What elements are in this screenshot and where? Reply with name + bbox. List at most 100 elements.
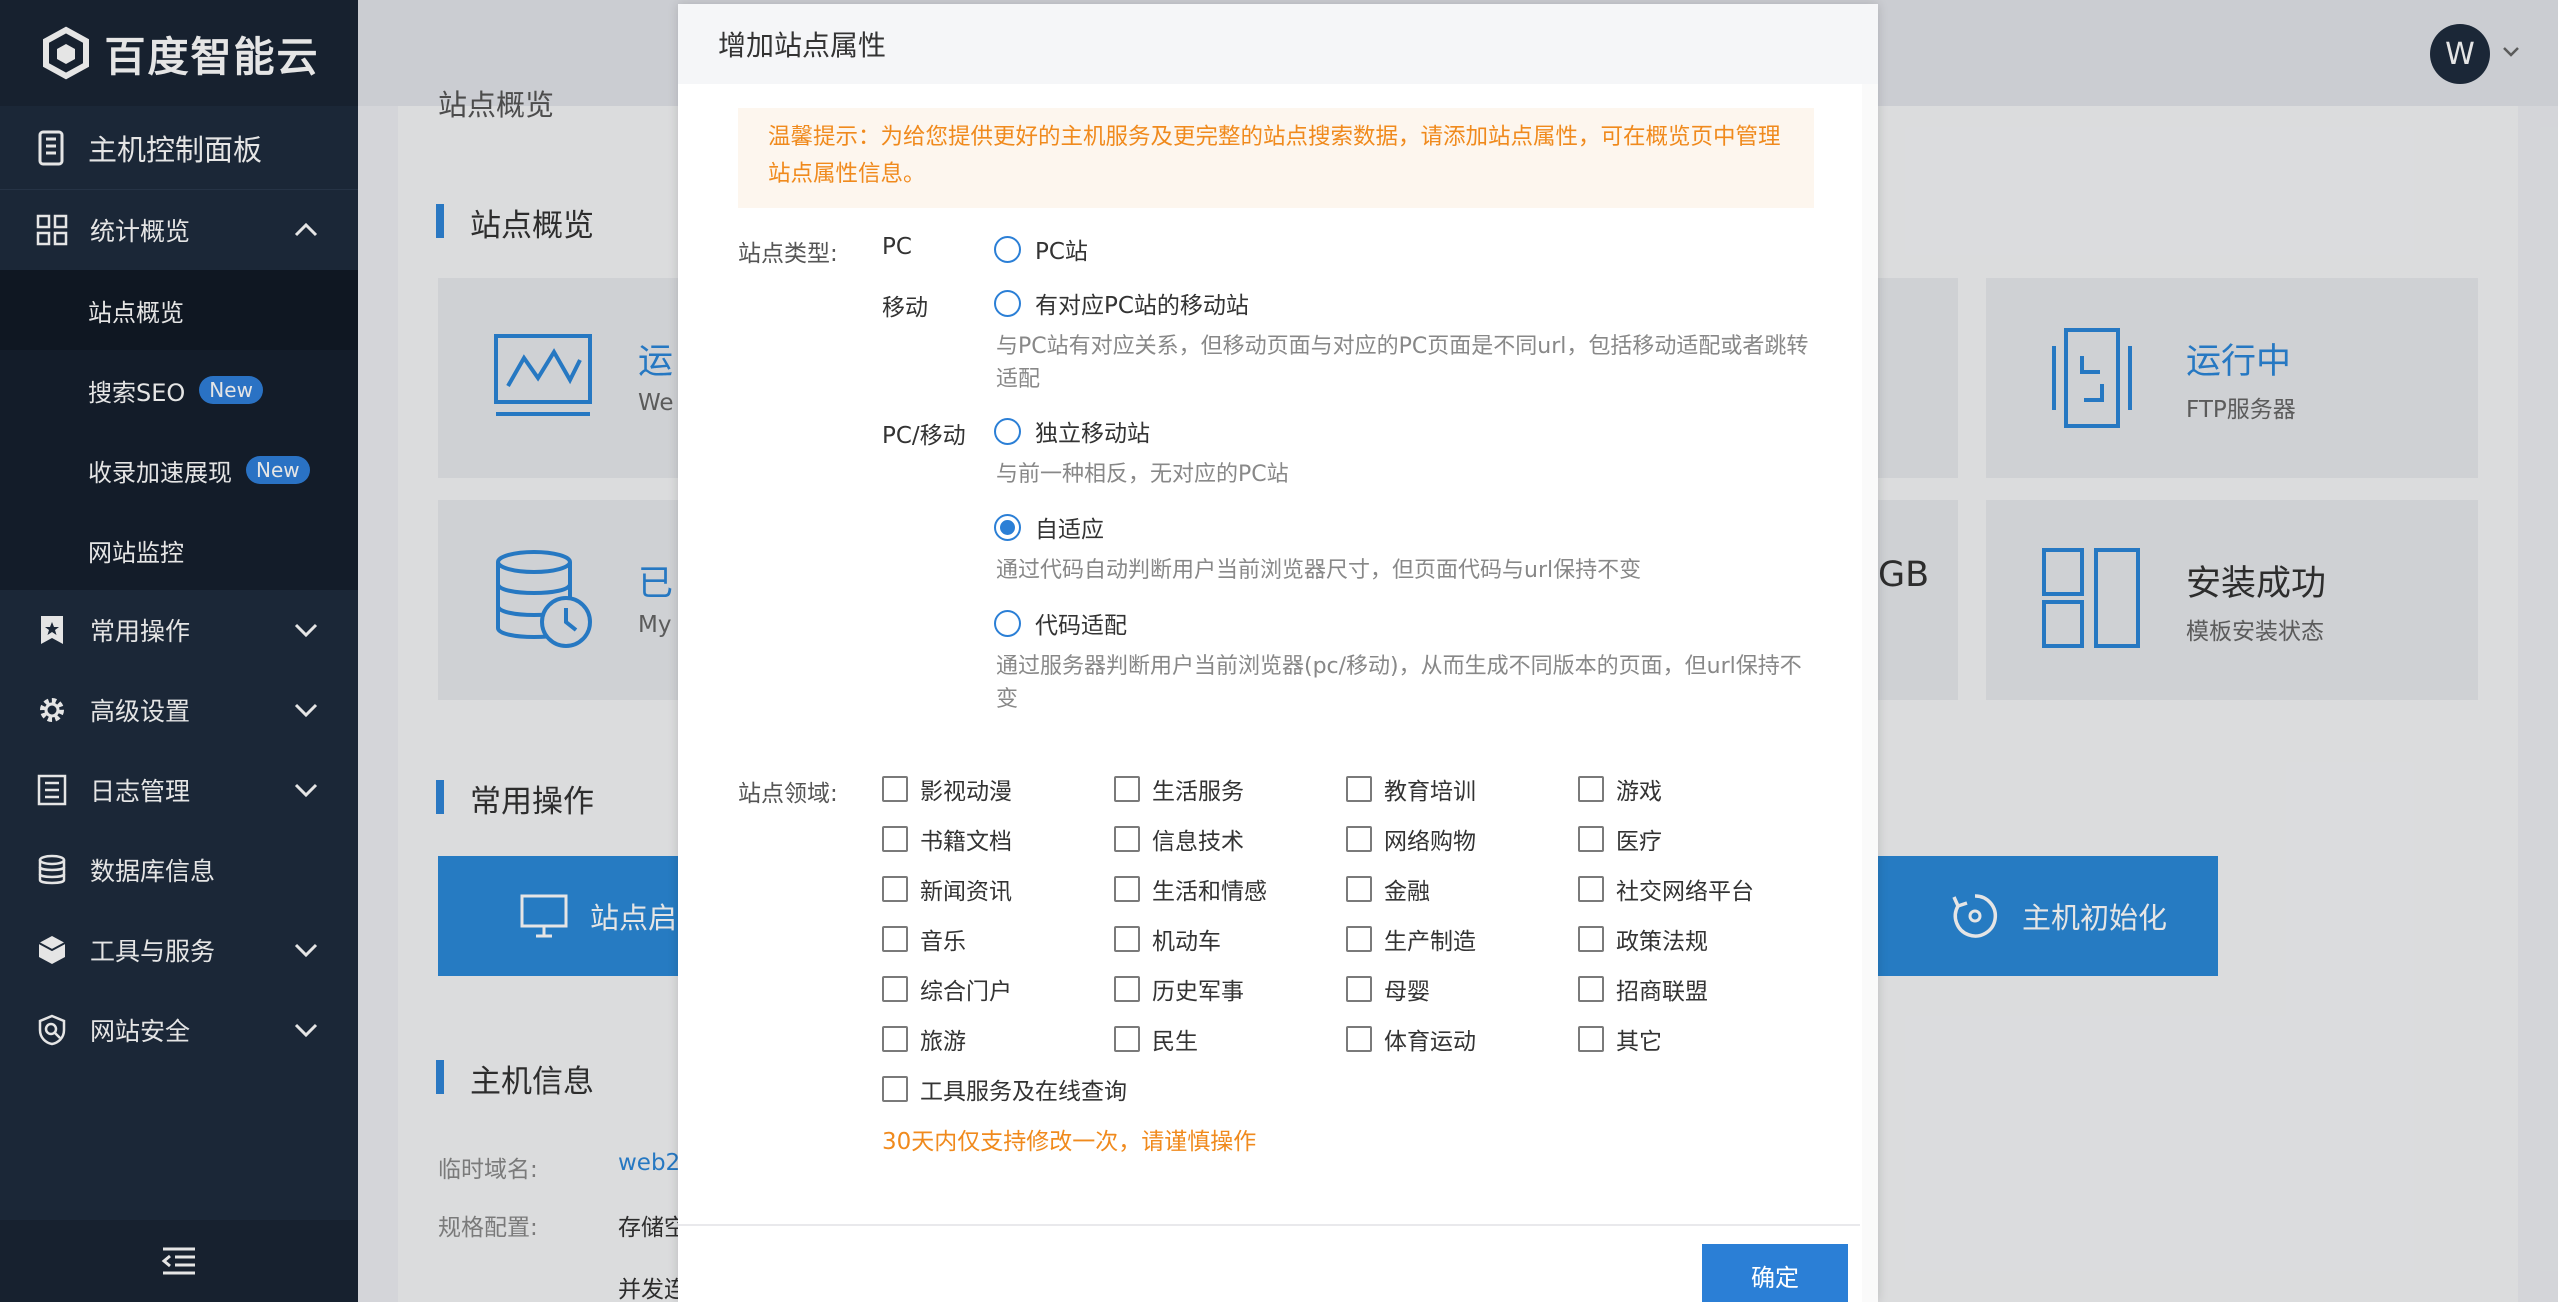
type-group-mobile: 移动 <box>882 295 928 321</box>
checkbox-box[interactable] <box>1346 776 1372 802</box>
domain-checkbox[interactable]: 综合门户 <box>882 972 1012 1006</box>
domain-checkbox[interactable]: 生产制造 <box>1346 922 1476 956</box>
radio-label: 自适应 <box>1035 517 1104 543</box>
domain-checkbox[interactable]: 网络购物 <box>1346 822 1476 856</box>
checkbox-box[interactable] <box>1578 776 1604 802</box>
radio-pc-site[interactable]: PC站 <box>994 232 1088 266</box>
domain-checkbox[interactable]: 信息技术 <box>1114 822 1244 856</box>
checkbox-label: 体育运动 <box>1384 1029 1476 1055</box>
domain-checkbox[interactable]: 工具服务及在线查询 <box>882 1072 1127 1106</box>
confirm-button[interactable]: 确定 <box>1702 1244 1848 1302</box>
checkbox-box[interactable] <box>1346 976 1372 1002</box>
checkbox-label: 机动车 <box>1152 929 1221 955</box>
checkbox-box[interactable] <box>1578 826 1604 852</box>
checkbox-box[interactable] <box>882 926 908 952</box>
checkbox-box[interactable] <box>882 1026 908 1052</box>
domain-checkbox[interactable]: 新闻资讯 <box>882 872 1012 906</box>
checkbox-box[interactable] <box>1578 876 1604 902</box>
site-domain-label: 站点领域: <box>738 781 838 807</box>
checkbox-label: 音乐 <box>920 929 966 955</box>
checkbox-box[interactable] <box>1114 976 1140 1002</box>
checkbox-label: 生活和情感 <box>1152 879 1267 905</box>
radio-standalone-mobile[interactable]: 独立移动站 <box>994 414 1150 448</box>
checkbox-label: 社交网络平台 <box>1616 879 1754 905</box>
checkbox-box[interactable] <box>882 826 908 852</box>
option-description: 通过代码自动判断用户当前浏览器尺寸，但页面代码与url保持不变 <box>996 558 1642 583</box>
checkbox-label: 民生 <box>1152 1029 1198 1055</box>
checkbox-label: 信息技术 <box>1152 829 1244 855</box>
radio-circle[interactable] <box>994 417 1021 445</box>
domain-checkbox[interactable]: 生活和情感 <box>1114 872 1267 906</box>
modify-warning: 30天内仅支持修改一次，请谨慎操作 <box>882 1129 1257 1155</box>
domain-checkbox[interactable]: 生活服务 <box>1114 772 1244 806</box>
checkbox-label: 新闻资讯 <box>920 879 1012 905</box>
checkbox-box[interactable] <box>882 1076 908 1102</box>
checkbox-label: 政策法规 <box>1616 929 1708 955</box>
domain-checkbox[interactable]: 机动车 <box>1114 922 1221 956</box>
radio-circle[interactable] <box>994 235 1021 263</box>
dialog-divider <box>678 1224 1860 1226</box>
tip-banner: 温馨提示：为给您提供更好的主机服务及更完整的站点搜索数据，请添加站点属性，可在概… <box>738 108 1814 208</box>
checkbox-box[interactable] <box>1578 976 1604 1002</box>
radio-circle[interactable] <box>994 609 1021 637</box>
checkbox-box[interactable] <box>882 876 908 902</box>
radio-label: 独立移动站 <box>1035 421 1150 447</box>
checkbox-box[interactable] <box>1114 826 1140 852</box>
option-description: 与前一种相反，无对应的PC站 <box>996 462 1289 487</box>
radio-label: 有对应PC站的移动站 <box>1035 293 1249 319</box>
checkbox-box[interactable] <box>882 976 908 1002</box>
type-group-pc: PC <box>882 234 912 260</box>
radio-mobile-with-pc[interactable]: 有对应PC站的移动站 <box>994 286 1249 320</box>
checkbox-box[interactable] <box>1114 876 1140 902</box>
checkbox-label: 教育培训 <box>1384 779 1476 805</box>
checkbox-box[interactable] <box>882 776 908 802</box>
domain-checkbox[interactable]: 金融 <box>1346 872 1430 906</box>
domain-checkbox[interactable]: 社交网络平台 <box>1578 872 1754 906</box>
site-type-label: 站点类型: <box>738 241 838 267</box>
option-description: 与PC站有对应关系，但移动页面与对应的PC页面是不同url，包括移动适配或者跳转… <box>996 334 1809 392</box>
checkbox-box[interactable] <box>1114 1026 1140 1052</box>
checkbox-label: 工具服务及在线查询 <box>920 1079 1127 1105</box>
checkbox-box[interactable] <box>1578 1026 1604 1052</box>
checkbox-box[interactable] <box>1346 826 1372 852</box>
checkbox-label: 旅游 <box>920 1029 966 1055</box>
checkbox-box[interactable] <box>1346 1026 1372 1052</box>
checkbox-label: 生产制造 <box>1384 929 1476 955</box>
domain-checkbox[interactable]: 历史军事 <box>1114 972 1244 1006</box>
checkbox-label: 网络购物 <box>1384 829 1476 855</box>
domain-checkbox[interactable]: 医疗 <box>1578 822 1662 856</box>
domain-checkbox[interactable]: 影视动漫 <box>882 772 1012 806</box>
checkbox-label: 综合门户 <box>920 979 1012 1005</box>
domain-checkbox[interactable]: 体育运动 <box>1346 1022 1476 1056</box>
add-site-attributes-dialog: 增加站点属性 温馨提示：为给您提供更好的主机服务及更完整的站点搜索数据，请添加站… <box>678 4 1878 1302</box>
radio-responsive[interactable]: 自适应 <box>994 510 1104 544</box>
domain-checkbox[interactable]: 其它 <box>1578 1022 1662 1056</box>
checkbox-label: 招商联盟 <box>1616 979 1708 1005</box>
checkbox-box[interactable] <box>1578 926 1604 952</box>
domain-checkbox[interactable]: 母婴 <box>1346 972 1430 1006</box>
domain-checkbox[interactable]: 游戏 <box>1578 772 1662 806</box>
checkbox-label: 金融 <box>1384 879 1430 905</box>
domain-checkbox[interactable]: 书籍文档 <box>882 822 1012 856</box>
domain-checkbox[interactable]: 民生 <box>1114 1022 1198 1056</box>
checkbox-label: 其它 <box>1616 1029 1662 1055</box>
domain-checkbox[interactable]: 招商联盟 <box>1578 972 1708 1006</box>
checkbox-label: 书籍文档 <box>920 829 1012 855</box>
checkbox-label: 生活服务 <box>1152 779 1244 805</box>
domain-checkbox[interactable]: 音乐 <box>882 922 966 956</box>
option-description: 通过服务器判断用户当前浏览器(pc/移动)，从而生成不同版本的页面，但url保持… <box>996 654 1802 712</box>
domain-checkbox[interactable]: 政策法规 <box>1578 922 1708 956</box>
checkbox-box[interactable] <box>1114 776 1140 802</box>
checkbox-label: 历史军事 <box>1152 979 1244 1005</box>
checkbox-box[interactable] <box>1346 926 1372 952</box>
radio-circle-checked[interactable] <box>994 513 1021 541</box>
checkbox-box[interactable] <box>1346 876 1372 902</box>
checkbox-label: 母婴 <box>1384 979 1430 1005</box>
radio-circle[interactable] <box>994 289 1021 317</box>
domain-checkbox[interactable]: 旅游 <box>882 1022 966 1056</box>
dialog-scrollbar[interactable] <box>1862 84 1878 1302</box>
checkbox-label: 游戏 <box>1616 779 1662 805</box>
radio-code-adaptation[interactable]: 代码适配 <box>994 606 1127 640</box>
domain-checkbox[interactable]: 教育培训 <box>1346 772 1476 806</box>
checkbox-box[interactable] <box>1114 926 1140 952</box>
